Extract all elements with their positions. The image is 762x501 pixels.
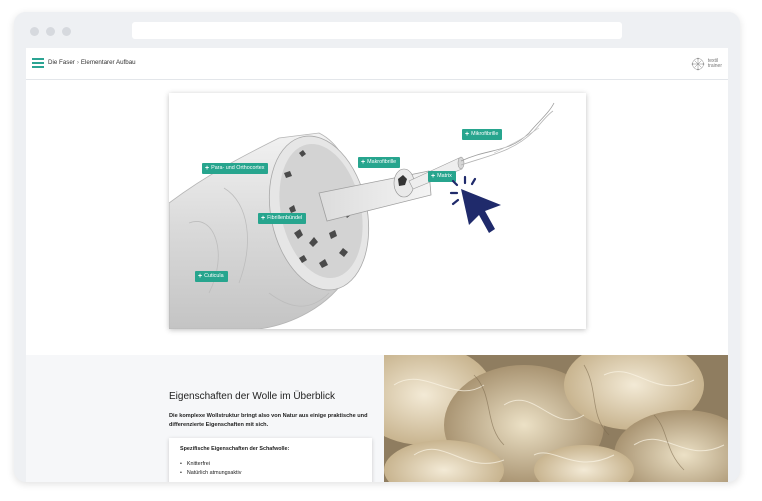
hotspot-label: Cuticula [204, 273, 224, 279]
hotspot-mikrofibrille[interactable]: + Mikrofibrille [462, 129, 503, 140]
fiber-diagram: + Para- und Orthocortex + Makrofibrille + M… [168, 93, 586, 330]
top-bar: Die Faser › Elementarer Aufbau textil trai… [26, 48, 728, 80]
browser-chrome [14, 12, 740, 48]
hotspot-para-orthocortex[interactable]: + Para- und Orthocortex [202, 163, 269, 174]
mouse-cursor-icon [449, 175, 501, 233]
window-dot-close[interactable] [30, 27, 39, 36]
hotspot-label: Fibrillenbündel [267, 215, 303, 221]
plus-icon: + [198, 273, 203, 280]
window-dot-minimize[interactable] [46, 27, 55, 36]
properties-card: Spezifische Eigenschaften der Schafwolle… [169, 438, 372, 482]
breadcrumb-parent[interactable]: Die Faser [48, 59, 75, 66]
hotspot-label: Para- und Orthocortex [211, 165, 265, 171]
hotspot-cuticula[interactable]: + Cuticula [195, 271, 228, 282]
window-dot-maximize[interactable] [62, 27, 71, 36]
breadcrumb: Die Faser › Elementarer Aufbau [48, 59, 136, 66]
hamburger-menu-icon[interactable] [32, 58, 44, 68]
logo-line-2: trainer [707, 63, 722, 69]
browser-frame: Die Faser › Elementarer Aufbau textil trai… [14, 12, 740, 482]
logo-text: textil trainer [707, 58, 722, 70]
properties-list: Knitterfrei Natürlich atmungsaktiv [180, 460, 242, 478]
hotspot-fibrillenbuendel[interactable]: + Fibrillenbündel [258, 213, 307, 224]
hotspot-makrofibrille[interactable]: + Makrofibrille [358, 157, 401, 168]
wool-image [384, 355, 728, 482]
logo[interactable]: textil trainer [691, 55, 722, 73]
page-viewport: Die Faser › Elementarer Aufbau textil trai… [26, 48, 728, 482]
section-title: Eigenschaften der Wolle im Überblick [169, 391, 336, 402]
wool-fiber-illustration [168, 102, 555, 330]
breadcrumb-current: Elementarer Aufbau [80, 59, 136, 66]
hotspot-label: Mikrofibrille [471, 131, 499, 137]
wool-photo [384, 355, 728, 482]
plus-icon: + [261, 215, 266, 222]
address-bar[interactable] [132, 22, 622, 39]
list-item: Natürlich atmungsaktiv [180, 469, 242, 478]
list-item: Knitterfrei [180, 460, 241, 469]
logo-icon [691, 57, 705, 71]
hotspot-label: Makrofibrille [367, 159, 397, 165]
properties-title: Spezifische Eigenschaften der Schafwolle… [180, 446, 290, 452]
plus-icon: + [431, 173, 436, 180]
plus-icon: + [361, 159, 366, 166]
section-lead-text: Die komplexe Wollstruktur bringt also vo… [169, 413, 368, 428]
plus-icon: + [465, 131, 470, 138]
breadcrumb-separator: › [76, 59, 79, 66]
plus-icon: + [205, 165, 210, 172]
